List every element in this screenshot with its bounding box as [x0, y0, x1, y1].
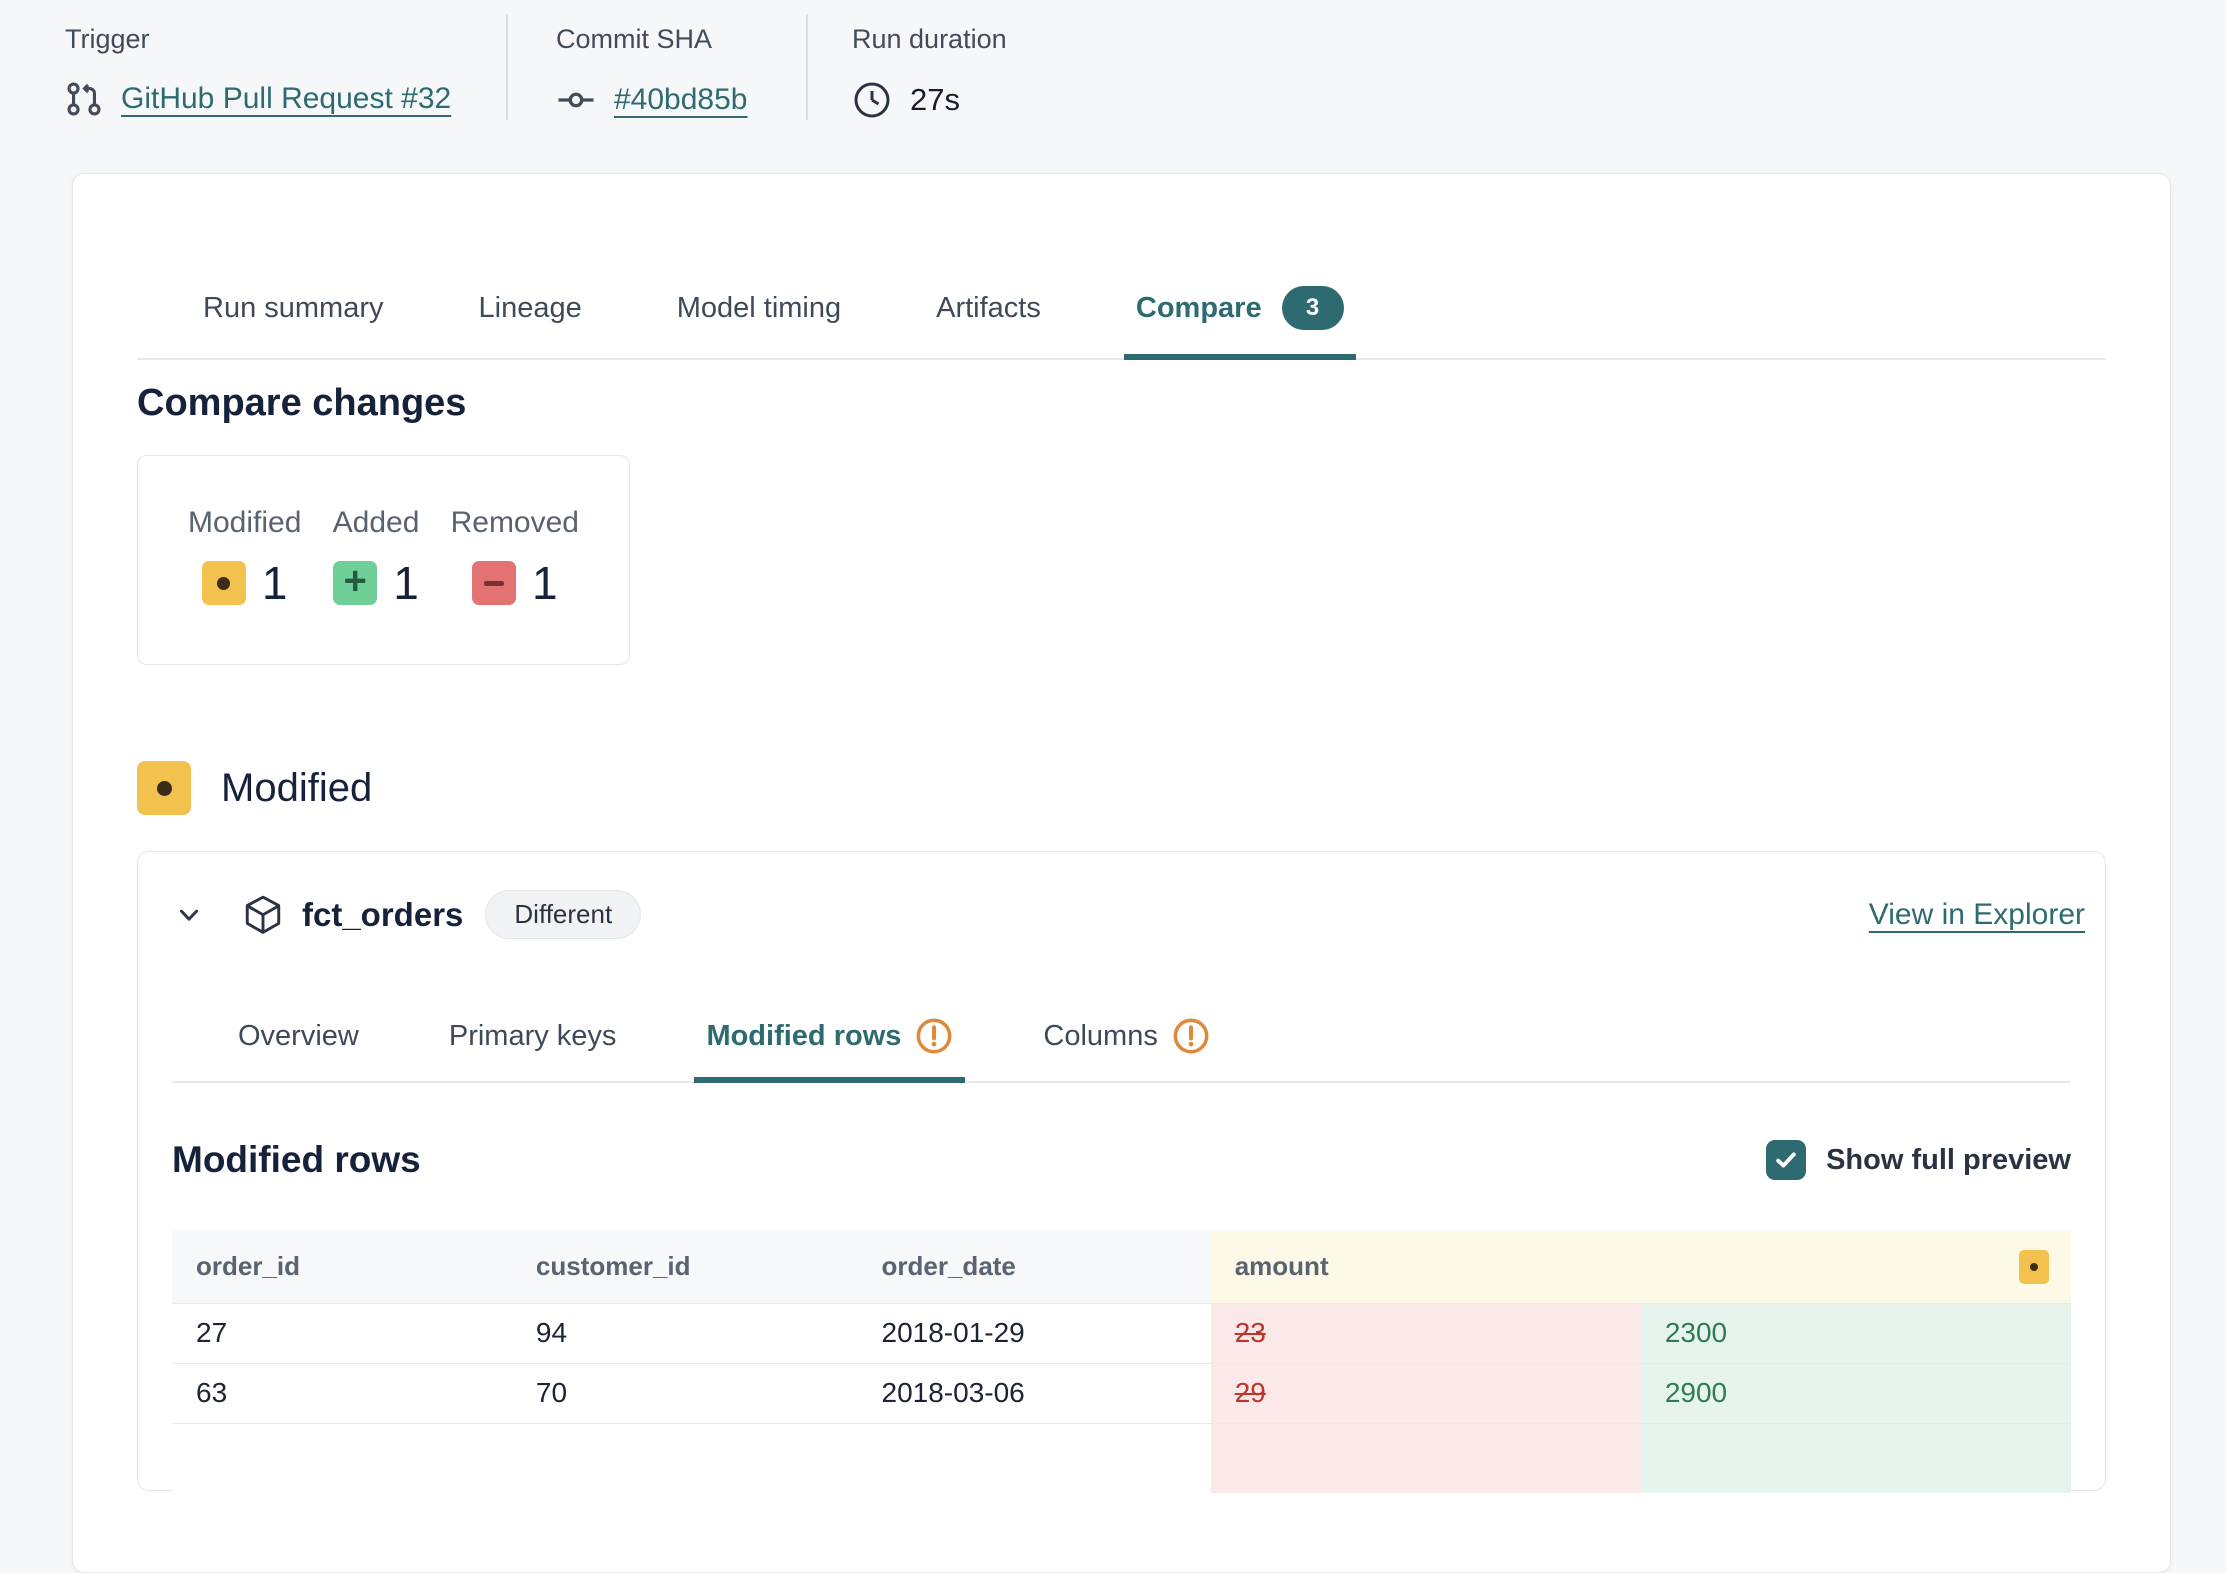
- commit-icon: [556, 80, 596, 120]
- tab-model-timing[interactable]: Model timing: [677, 286, 841, 358]
- tab-overview[interactable]: Overview: [238, 1017, 359, 1081]
- run-duration-label: Run duration: [852, 24, 1007, 55]
- trigger-link[interactable]: GitHub Pull Request #32: [121, 82, 451, 116]
- cell-order-id: 63: [172, 1363, 512, 1423]
- tab-compare[interactable]: Compare 3: [1136, 286, 1344, 358]
- table-row: [172, 1423, 2071, 1493]
- cell-amount-old: 23: [1211, 1303, 1641, 1363]
- show-full-preview-toggle[interactable]: Show full preview: [1766, 1140, 2071, 1180]
- chevron-down-icon[interactable]: [174, 900, 204, 930]
- tab-lineage[interactable]: Lineage: [479, 286, 582, 358]
- column-header-customer-id: customer_id: [512, 1231, 858, 1303]
- show-full-preview-label: Show full preview: [1826, 1144, 2071, 1177]
- modified-column-icon: [2019, 1250, 2049, 1284]
- pull-request-icon: [65, 80, 103, 118]
- run-duration-value: 27s: [910, 82, 960, 118]
- run-detail-card: Run summary Lineage Model timing Artifac…: [72, 173, 2171, 1573]
- clock-icon: [852, 80, 892, 120]
- model-tabs: Overview Primary keys Modified rows Colu…: [172, 1017, 2071, 1083]
- run-tabs: Run summary Lineage Model timing Artifac…: [137, 286, 2106, 360]
- cell-amount-new: 2300: [1641, 1303, 2071, 1363]
- cell-customer-id: 70: [512, 1363, 858, 1423]
- tab-columns[interactable]: Columns: [1043, 1017, 1209, 1081]
- column-header-amount: amount: [1211, 1231, 2071, 1303]
- modified-icon: [137, 761, 191, 815]
- modified-icon: [202, 561, 246, 605]
- stat-added: Added + 1: [333, 506, 420, 664]
- column-header-order-date: order_date: [858, 1231, 1211, 1303]
- modified-rows-table: order_id customer_id order_date amount 2…: [172, 1231, 2071, 1493]
- table-row: 27 94 2018-01-29 23 2300: [172, 1303, 2071, 1363]
- stat-modified: Modified 1: [188, 506, 301, 664]
- meta-divider: [506, 14, 508, 120]
- cell-order-id: 27: [172, 1303, 512, 1363]
- modified-group-title: Modified: [221, 766, 372, 811]
- compare-stats-card: Modified 1 Added + 1 Removed 1: [137, 455, 630, 665]
- trigger-label: Trigger: [65, 24, 150, 55]
- table-header-row: order_id customer_id order_date amount: [172, 1231, 2071, 1303]
- warning-icon: [915, 1017, 953, 1055]
- model-card-header: fct_orders Different View in Explorer: [138, 852, 2105, 939]
- modified-rows-title: Modified rows: [172, 1139, 421, 1181]
- checkbox-checked-icon[interactable]: [1766, 1140, 1806, 1180]
- tab-run-summary[interactable]: Run summary: [203, 286, 384, 358]
- table-row: 63 70 2018-03-06 29 2900: [172, 1363, 2071, 1423]
- cell-customer-id: 94: [512, 1303, 858, 1363]
- stat-removed: Removed 1: [451, 506, 579, 664]
- modified-rows-header: Modified rows Show full preview: [172, 1139, 2071, 1181]
- compare-count-badge: 3: [1282, 286, 1344, 330]
- removed-icon: [472, 561, 516, 605]
- run-meta-bar: Trigger GitHub Pull Request #32 Commit S…: [0, 0, 2226, 150]
- view-in-explorer-link[interactable]: View in Explorer: [1869, 898, 2085, 932]
- tab-modified-rows[interactable]: Modified rows: [706, 1017, 953, 1081]
- cell-amount-old: 29: [1211, 1363, 1641, 1423]
- modified-group-header: Modified: [137, 761, 2106, 815]
- added-icon: +: [333, 561, 377, 605]
- tab-primary-keys[interactable]: Primary keys: [449, 1017, 617, 1081]
- model-name: fct_orders: [302, 896, 463, 934]
- column-header-order-id: order_id: [172, 1231, 512, 1303]
- page-title: Compare changes: [137, 382, 2106, 425]
- warning-icon: [1172, 1017, 1210, 1055]
- model-card-fct-orders: fct_orders Different View in Explorer Ov…: [137, 851, 2106, 1491]
- cell-amount-new: 2900: [1641, 1363, 2071, 1423]
- commit-sha-link[interactable]: #40bd85b: [614, 83, 747, 117]
- status-badge: Different: [485, 890, 641, 939]
- cell-order-date: 2018-01-29: [858, 1303, 1211, 1363]
- tab-artifacts[interactable]: Artifacts: [936, 286, 1041, 358]
- cube-icon: [242, 894, 284, 936]
- meta-divider: [806, 14, 808, 120]
- commit-sha-label: Commit SHA: [556, 24, 712, 55]
- cell-order-date: 2018-03-06: [858, 1363, 1211, 1423]
